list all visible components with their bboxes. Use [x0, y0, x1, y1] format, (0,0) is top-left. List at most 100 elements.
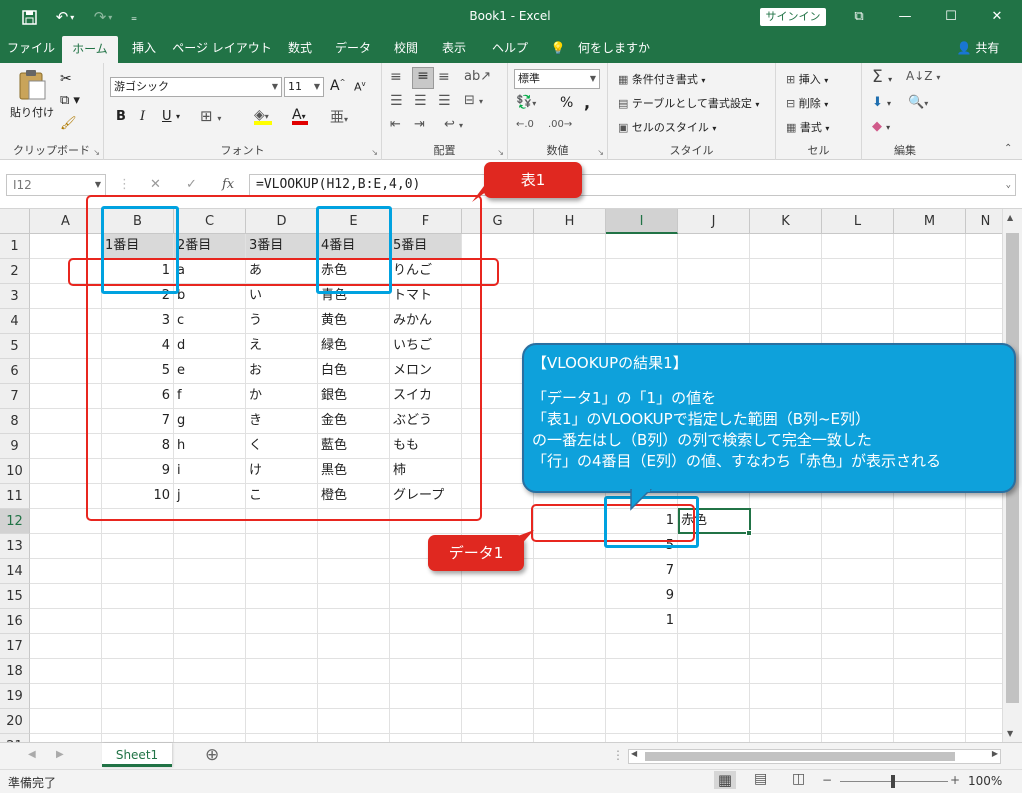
zoom-out-button[interactable]: − [822, 773, 832, 787]
table-data-cell[interactable]: け [246, 459, 318, 484]
cell[interactable] [30, 484, 102, 509]
cell[interactable] [678, 609, 750, 634]
cell[interactable] [534, 534, 606, 559]
percent-button[interactable]: % [560, 95, 573, 111]
cell[interactable] [462, 684, 534, 709]
cell[interactable] [318, 709, 390, 734]
italic-button[interactable]: I [140, 109, 145, 124]
cell[interactable] [822, 509, 894, 534]
table-data-cell[interactable]: う [246, 309, 318, 334]
cell[interactable] [102, 659, 174, 684]
table-data-cell[interactable]: g [174, 409, 246, 434]
cell[interactable] [750, 284, 822, 309]
cell[interactable] [462, 734, 534, 742]
cell[interactable] [606, 234, 678, 259]
cell[interactable] [30, 559, 102, 584]
cell[interactable] [534, 734, 606, 742]
cell[interactable] [606, 659, 678, 684]
zoom-slider-thumb[interactable] [891, 775, 895, 788]
cell[interactable] [390, 634, 462, 659]
row-header-15[interactable]: 15 [0, 584, 30, 609]
table-header-cell[interactable]: 4番目 [318, 234, 390, 259]
cell[interactable] [894, 684, 966, 709]
cell[interactable] [822, 709, 894, 734]
cell[interactable] [462, 259, 534, 284]
clear-icon[interactable]: ◆ ▾ [872, 119, 890, 134]
phonetic-guide-icon[interactable]: 亜▾ [330, 107, 348, 127]
cell[interactable] [30, 534, 102, 559]
cell[interactable] [390, 509, 462, 534]
cell[interactable] [606, 284, 678, 309]
column-header-h[interactable]: H [534, 209, 606, 234]
font-name-combo[interactable]: 游ゴシック ▼ [110, 77, 282, 97]
align-top-icon[interactable]: ≡ [390, 69, 402, 85]
cell[interactable] [678, 534, 750, 559]
cell[interactable] [390, 659, 462, 684]
table-data-cell[interactable]: 3 [102, 309, 174, 334]
cell[interactable] [750, 734, 822, 742]
cell[interactable] [894, 584, 966, 609]
cell[interactable] [462, 709, 534, 734]
scroll-right-icon[interactable]: ▶ [992, 749, 998, 758]
tab-formulas[interactable]: 数式 [280, 34, 320, 63]
signin-button[interactable]: サインイン [760, 8, 826, 26]
table-header-cell[interactable]: 1番目 [102, 234, 174, 259]
minimize-button[interactable]: — [882, 0, 928, 34]
cell[interactable] [462, 309, 534, 334]
cell[interactable] [966, 234, 1002, 259]
wrap-text-icon[interactable]: ↩ ▾ [444, 117, 463, 132]
cell[interactable] [678, 684, 750, 709]
enter-formula-icon[interactable]: ✓ [186, 174, 197, 196]
row-header-1[interactable]: 1 [0, 234, 30, 259]
table-header-cell[interactable]: 2番目 [174, 234, 246, 259]
cell[interactable] [894, 609, 966, 634]
cell[interactable] [30, 309, 102, 334]
cell[interactable] [822, 559, 894, 584]
cell[interactable] [318, 609, 390, 634]
clipboard-launcher-icon[interactable]: ↘ [93, 148, 100, 157]
cell[interactable] [822, 609, 894, 634]
cell[interactable] [966, 509, 1002, 534]
table-header-cell[interactable]: 5番目 [390, 234, 462, 259]
cell[interactable] [678, 709, 750, 734]
align-right-icon[interactable]: ☰ [438, 93, 451, 109]
cell[interactable] [534, 659, 606, 684]
tab-split-handle[interactable]: ⋮ [612, 748, 624, 762]
cell[interactable] [318, 684, 390, 709]
cell[interactable] [246, 709, 318, 734]
lookup-value-cell[interactable]: 7 [606, 559, 678, 584]
lookup-value-cell[interactable]: 5 [606, 534, 678, 559]
cell[interactable] [822, 534, 894, 559]
cell[interactable] [966, 659, 1002, 684]
fill-icon[interactable]: ⬇ ▾ [872, 95, 891, 110]
column-header-a[interactable]: A [30, 209, 102, 234]
table-data-cell[interactable]: 4 [102, 334, 174, 359]
insert-function-icon[interactable]: fx [222, 174, 234, 196]
table-data-cell[interactable]: お [246, 359, 318, 384]
currency-icon[interactable]: 💱▾ [516, 95, 536, 110]
row-header-12[interactable]: 12 [0, 509, 30, 534]
cell[interactable] [246, 534, 318, 559]
page-break-view-icon[interactable]: ◫ [792, 771, 805, 787]
lookup-value-cell[interactable]: 1 [606, 509, 678, 534]
tell-me-search[interactable]: 何をしますか [572, 34, 656, 63]
table-data-cell[interactable]: ぶどう [390, 409, 462, 434]
table-data-cell[interactable]: 青色 [318, 284, 390, 309]
sheet-tab-sheet1[interactable]: Sheet1 [102, 743, 172, 767]
table-data-cell[interactable]: 黄色 [318, 309, 390, 334]
table-data-cell[interactable]: 1 [102, 259, 174, 284]
cell[interactable] [390, 584, 462, 609]
cell[interactable] [30, 359, 102, 384]
align-middle-icon[interactable]: ≡ [412, 67, 434, 89]
cell[interactable] [102, 709, 174, 734]
cell[interactable] [894, 734, 966, 742]
cell[interactable] [822, 584, 894, 609]
cell[interactable] [102, 634, 174, 659]
column-header-l[interactable]: L [822, 209, 894, 234]
undo-icon[interactable]: ↶ ▾ [48, 0, 82, 34]
cell[interactable] [894, 284, 966, 309]
table-data-cell[interactable]: グレープ [390, 484, 462, 509]
tab-file[interactable]: ファイル [4, 34, 58, 63]
cell[interactable] [174, 534, 246, 559]
table-data-cell[interactable]: 藍色 [318, 434, 390, 459]
